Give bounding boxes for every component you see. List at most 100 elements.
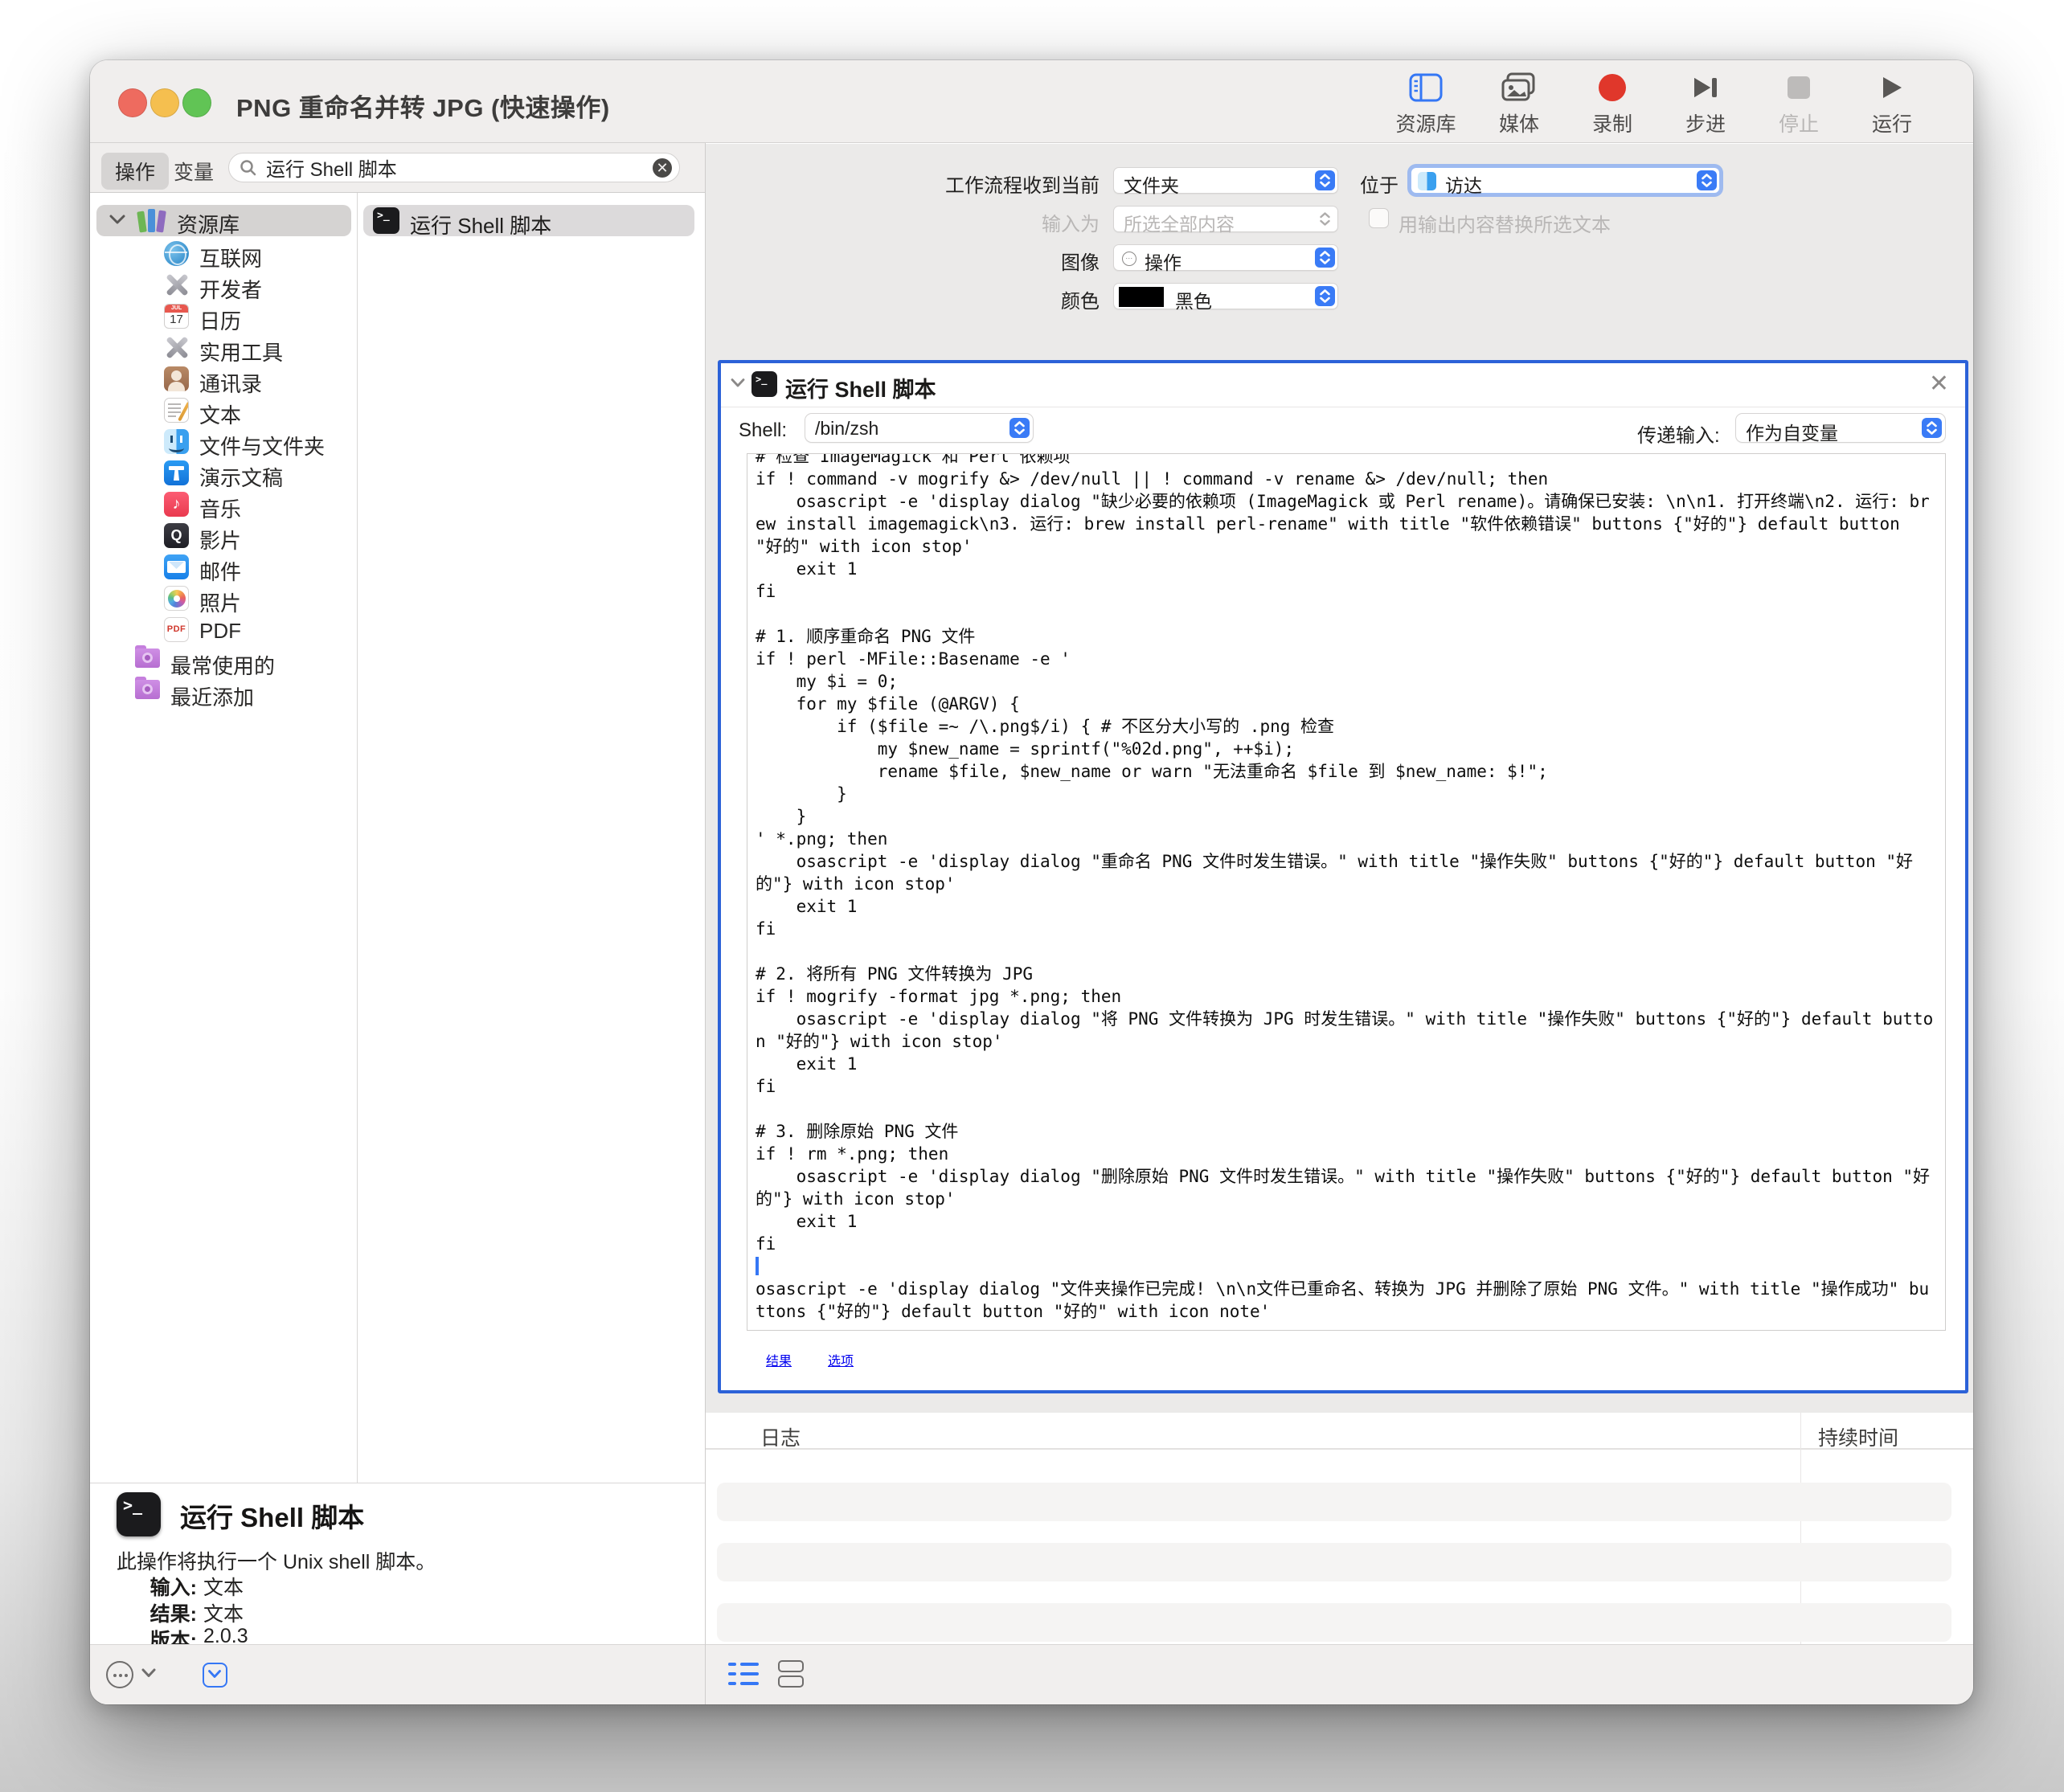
- search-field[interactable]: ✕: [228, 153, 680, 182]
- sidebar-item-developer[interactable]: 开发者: [90, 270, 358, 301]
- stepper-icon: [1009, 418, 1030, 438]
- window-title: PNG 重命名并转 JPG (快速操作): [236, 88, 610, 124]
- toolbar-library-button[interactable]: 资源库: [1391, 68, 1460, 137]
- clear-search-icon[interactable]: ✕: [653, 158, 672, 178]
- workflow-receives-dropdown[interactable]: 文件夹: [1113, 167, 1338, 194]
- toolbar-step-button[interactable]: 步进: [1671, 68, 1740, 137]
- finder-icon: [1418, 172, 1436, 190]
- sidebar-item-files-folders[interactable]: 文件与文件夹: [90, 427, 358, 458]
- shell-dropdown[interactable]: /bin/zsh: [805, 413, 1034, 443]
- quicktime-icon: Q: [164, 523, 189, 548]
- smart-folder-icon: [135, 680, 160, 705]
- sidebar-item-recently-added[interactable]: 最近添加: [90, 677, 358, 709]
- media-browser-icon: [1501, 68, 1537, 107]
- pass-input-dropdown[interactable]: 作为自变量: [1735, 413, 1946, 443]
- close-action-icon[interactable]: ✕: [1929, 370, 1949, 398]
- input-as-label: 输入为: [810, 208, 1100, 236]
- shell-script-editor[interactable]: # 检查 ImageMagick 和 Perl 依赖项 if ! command…: [747, 453, 1946, 1331]
- toolbar-record-button[interactable]: 录制: [1578, 68, 1647, 137]
- disclosure-chevron-icon[interactable]: [109, 214, 125, 229]
- log-stack-view-icon[interactable]: [778, 1660, 805, 1689]
- location-label: 位于: [1310, 170, 1399, 198]
- sidebar-item-contacts[interactable]: 通讯录: [90, 364, 358, 395]
- titlebar: PNG 重命名并转 JPG (快速操作) 资源库 媒体 录制: [90, 60, 1973, 143]
- script-text-after: osascript -e 'display dialog "文件夹操作已完成! …: [756, 1279, 1929, 1321]
- chevron-down-icon[interactable]: [141, 1667, 156, 1682]
- photos-icon: [164, 586, 189, 611]
- action-glyph-icon: ⋯: [1122, 252, 1136, 266]
- sidebar-item-calendar[interactable]: JUL17 日历: [90, 301, 358, 333]
- finder-icon: [164, 429, 189, 454]
- results-link[interactable]: 结果: [766, 1350, 792, 1369]
- image-dropdown[interactable]: ⋯ 操作: [1113, 244, 1338, 271]
- stepper-icon: [1922, 418, 1942, 438]
- tab-actions[interactable]: 操作: [101, 153, 169, 190]
- description-field-result: 结果:文本: [90, 1598, 705, 1624]
- location-dropdown[interactable]: 访达: [1411, 167, 1720, 194]
- terminal-icon: >_: [373, 207, 399, 234]
- close-window-button[interactable]: [118, 88, 147, 117]
- automator-window: PNG 重命名并转 JPG (快速操作) 资源库 媒体 录制: [90, 60, 1973, 1704]
- contacts-icon: [164, 366, 189, 391]
- toolbar-stop-button[interactable]: 停止: [1764, 68, 1833, 137]
- stepper-icon: [1315, 286, 1335, 306]
- toolbar-run-button[interactable]: 运行: [1857, 68, 1927, 137]
- record-icon: [1599, 68, 1626, 107]
- color-dropdown[interactable]: 黑色: [1113, 283, 1338, 309]
- sidebar-item-pdf[interactable]: PDF PDF: [90, 615, 358, 646]
- tab-variables[interactable]: 变量: [174, 157, 214, 186]
- action-title: 运行 Shell 脚本: [785, 372, 936, 403]
- sidebar-item-text[interactable]: 文本: [90, 395, 358, 427]
- sidebar-item-internet[interactable]: 互联网: [90, 239, 358, 270]
- run-shell-script-action: >_ 运行 Shell 脚本 ✕ Shell: /bin/zsh 传递输入: 作…: [718, 360, 1968, 1393]
- image-label: 图像: [810, 247, 1100, 275]
- log-list-view-icon[interactable]: [728, 1661, 759, 1688]
- input-as-dropdown: 所选全部内容: [1113, 206, 1338, 232]
- library-header: 操作 变量 ✕: [90, 143, 705, 193]
- sidebar-item-mail[interactable]: 邮件: [90, 552, 358, 583]
- library-books-icon: [137, 209, 167, 232]
- sidebar-item-utilities[interactable]: 实用工具: [90, 333, 358, 364]
- description-text: 此操作将执行一个 Unix shell 脚本。: [117, 1546, 436, 1575]
- text-cursor: [756, 1257, 759, 1275]
- sidebar-item-presentations[interactable]: 演示文稿: [90, 458, 358, 489]
- log-header-divider: [706, 1448, 1973, 1450]
- description-title: 运行 Shell 脚本: [180, 1496, 364, 1535]
- toolbar-media-button[interactable]: 媒体: [1485, 68, 1554, 137]
- sidebar-item-photos[interactable]: 照片: [90, 583, 358, 615]
- crossed-wrenches-icon: [164, 335, 189, 360]
- text-document-icon: [164, 398, 189, 423]
- music-icon: ♪: [164, 492, 189, 517]
- sidebar-item-music[interactable]: ♪ 音乐: [90, 489, 358, 521]
- search-input[interactable]: [266, 155, 620, 179]
- script-text-before: # 检查 ImageMagick 和 Perl 依赖项 if ! command…: [756, 453, 1933, 1254]
- log-row: [717, 1483, 1951, 1521]
- action-menu-icon[interactable]: [106, 1661, 133, 1688]
- workflow-receives-label: 工作流程收到当前: [810, 170, 1100, 198]
- globe-icon: [164, 241, 189, 266]
- stop-icon: [1788, 68, 1810, 107]
- smart-folder-icon: [135, 648, 160, 673]
- minimize-window-button[interactable]: [150, 88, 179, 117]
- log-row: [717, 1543, 1951, 1581]
- log-row: [717, 1603, 1951, 1642]
- replace-selected-text-checkbox: [1369, 208, 1389, 228]
- log-header: 日志: [760, 1422, 801, 1451]
- sidebar-toggle-icon: [1409, 68, 1443, 107]
- sidebar-item-library-root[interactable]: 资源库: [96, 205, 351, 236]
- stepper-icon: [1315, 248, 1335, 268]
- collapse-chevron-icon[interactable]: [731, 378, 745, 392]
- step-icon: [1691, 68, 1720, 107]
- calendar-icon: JUL17: [164, 304, 189, 329]
- action-description-panel: >_ 运行 Shell 脚本 此操作将执行一个 Unix shell 脚本。 输…: [90, 1483, 705, 1644]
- zoom-window-button[interactable]: [182, 88, 211, 117]
- crossed-wrenches-icon: [164, 272, 189, 297]
- options-link[interactable]: 选项: [828, 1350, 854, 1369]
- stepper-icon: [1315, 209, 1335, 229]
- action-list-item-run-shell-script[interactable]: >_ 运行 Shell 脚本: [363, 205, 694, 236]
- toggle-description-checkbox[interactable]: [203, 1663, 227, 1688]
- description-field-input: 输入:文本: [90, 1572, 705, 1598]
- sidebar-item-movies[interactable]: Q 影片: [90, 521, 358, 552]
- pdf-icon: PDF: [164, 617, 189, 642]
- sidebar-item-most-used[interactable]: 最常使用的: [90, 646, 358, 677]
